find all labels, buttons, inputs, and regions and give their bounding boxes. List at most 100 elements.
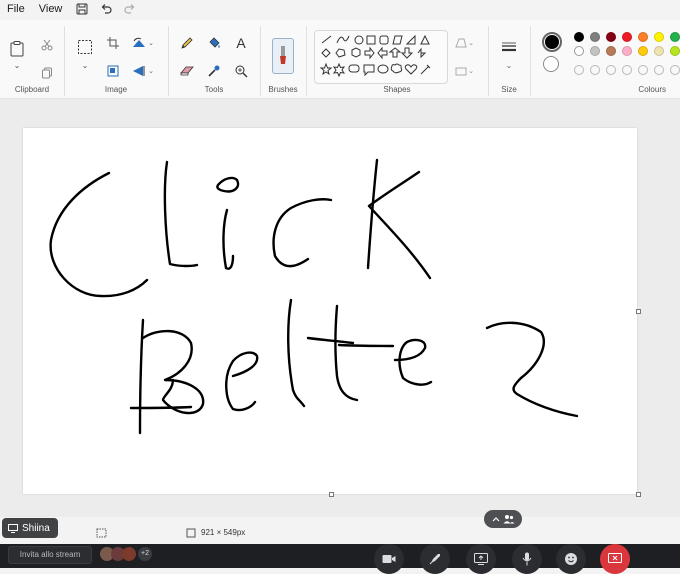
select-dropdown-icon[interactable]: ⌄ — [76, 60, 94, 70]
monitor-icon — [8, 523, 18, 533]
shape-fill-dropdown-icon[interactable]: ⌄ — [466, 62, 476, 80]
stroke-t2-stem — [334, 304, 359, 402]
palette-swatch[interactable] — [590, 32, 600, 42]
ribbon: ⌄ Clipboard ⌄ ⌄ ⌄ Image A Tools Brushes … — [0, 20, 680, 99]
palette-swatch[interactable] — [606, 32, 616, 42]
custom-color-slot[interactable] — [670, 65, 680, 75]
viewers-toggle[interactable] — [484, 510, 522, 528]
palette-swatch[interactable] — [622, 46, 632, 56]
custom-color-slot[interactable] — [622, 65, 632, 75]
image-label: Image — [104, 85, 128, 94]
custom-color-slot[interactable] — [606, 65, 616, 75]
size-label: Size — [501, 85, 517, 94]
clipboard-group: ⌄ Clipboard — [0, 26, 65, 96]
fill-icon[interactable] — [205, 34, 223, 52]
status-bar: 921 × 549px — [0, 520, 680, 546]
shapes-gallery — [314, 30, 448, 84]
brushes-group: Brushes — [260, 26, 307, 96]
resize-handle-right[interactable] — [636, 309, 641, 314]
paste-dropdown-icon[interactable]: ⌄ — [8, 60, 26, 70]
redo-icon[interactable] — [119, 0, 141, 18]
color-picker-icon[interactable] — [205, 62, 223, 80]
palette-swatch[interactable] — [574, 46, 584, 56]
share-screen-button[interactable] — [466, 544, 496, 574]
shapes-label: Shapes — [383, 85, 411, 94]
resize-handle-bottom[interactable] — [329, 492, 334, 497]
pencil-icon[interactable] — [178, 34, 196, 52]
brush-icon[interactable] — [272, 38, 294, 74]
select-icon[interactable] — [76, 38, 94, 56]
resize-handle-corner[interactable] — [636, 492, 641, 497]
file-menu[interactable]: File — [0, 0, 32, 18]
stroke-l — [163, 160, 199, 268]
palette-swatch[interactable] — [590, 46, 600, 56]
microphone-icon — [522, 552, 532, 566]
invite-to-stream-button[interactable]: Invita allo stream — [8, 546, 92, 564]
flip-dropdown-icon[interactable]: ⌄ — [146, 62, 156, 80]
stroke-t1-stem — [287, 298, 306, 408]
palette-swatch[interactable] — [574, 32, 584, 42]
emoji-icon — [565, 553, 577, 565]
palette-swatch[interactable] — [654, 32, 664, 42]
custom-color-slot[interactable] — [654, 65, 664, 75]
custom-color-slot[interactable] — [638, 65, 648, 75]
palette-swatch[interactable] — [638, 46, 648, 56]
rocket-icon — [429, 554, 440, 565]
handwriting-drawing — [49, 158, 579, 435]
stroke-b-cross — [129, 405, 193, 410]
copy-icon[interactable] — [38, 64, 56, 82]
stroke-t2-cross — [337, 343, 395, 348]
palette-swatch[interactable] — [638, 32, 648, 42]
size-group: ⌄ Size — [488, 26, 531, 96]
tools-label: Tools — [204, 85, 224, 94]
save-icon[interactable] — [71, 0, 93, 18]
secondary-color[interactable] — [543, 56, 559, 72]
primary-color-swatch — [545, 35, 559, 49]
stroke-b-bowls — [141, 329, 205, 415]
camera-button[interactable] — [374, 544, 404, 574]
magnifier-icon[interactable] — [232, 62, 250, 80]
emoji-button[interactable] — [556, 544, 586, 574]
paste-icon[interactable] — [8, 40, 26, 58]
stroke-e1 — [225, 351, 259, 412]
participant-avatars: +2 — [100, 547, 160, 561]
palette-swatch[interactable] — [670, 46, 680, 56]
undo-icon[interactable] — [95, 0, 117, 18]
custom-color-slot[interactable] — [574, 65, 584, 75]
stroke-e2 — [393, 338, 433, 386]
rotate-dropdown-icon[interactable]: ⌄ — [146, 34, 156, 52]
user-name: Shiina — [22, 522, 50, 534]
size-icon[interactable] — [500, 38, 518, 56]
palette-swatch[interactable] — [670, 32, 680, 42]
brushes-label: Brushes — [268, 85, 298, 94]
resize-icon[interactable] — [104, 62, 122, 80]
avatar — [122, 547, 136, 561]
stroke-t1-cross — [306, 336, 355, 345]
stroke-c1 — [49, 171, 149, 298]
text-icon[interactable]: A — [232, 34, 250, 52]
outline-dropdown-icon[interactable]: ⌄ — [466, 34, 476, 52]
palette-swatch[interactable] — [654, 46, 664, 56]
activity-button[interactable] — [420, 544, 450, 574]
chevron-up-icon — [492, 517, 499, 522]
camera-icon — [382, 555, 396, 563]
palette-swatch[interactable] — [622, 32, 632, 42]
size-dropdown-icon[interactable]: ⌄ — [500, 56, 518, 74]
microphone-button[interactable] — [512, 544, 542, 574]
stroke-z — [485, 321, 579, 418]
drawing-canvas[interactable] — [23, 128, 637, 494]
primary-color[interactable] — [542, 32, 562, 52]
crop-icon[interactable] — [104, 34, 122, 52]
eraser-icon[interactable] — [178, 62, 196, 80]
stop-stream-button[interactable] — [600, 544, 630, 574]
screen-share-icon — [474, 553, 488, 565]
clipboard-label: Clipboard — [14, 85, 50, 94]
palette-swatch[interactable] — [606, 46, 616, 56]
people-icon — [503, 515, 514, 524]
stroke-i — [222, 208, 235, 270]
canvas-size-readout: 921 × 549px — [201, 528, 246, 537]
custom-color-slot[interactable] — [590, 65, 600, 75]
shapes-group: ⌄ ⌄ Shapes — [306, 26, 489, 96]
view-menu[interactable]: View — [32, 0, 70, 18]
cut-icon[interactable] — [38, 36, 56, 54]
